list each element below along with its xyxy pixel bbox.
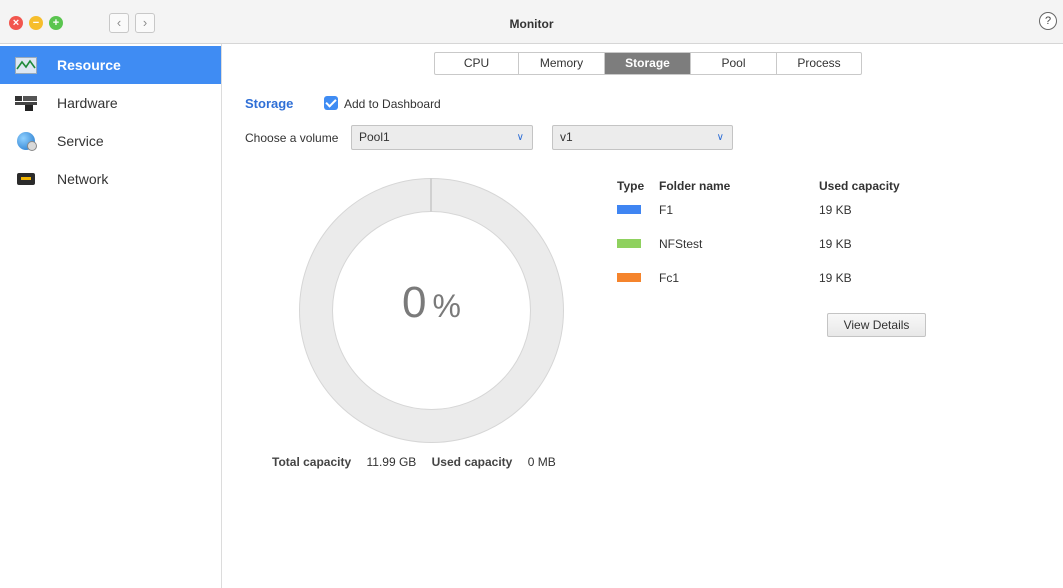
- folder-color-swatch: [617, 239, 641, 248]
- chevron-down-icon: ∨: [516, 132, 524, 143]
- folder-used-capacity: 19 KB: [819, 271, 852, 285]
- view-details-button[interactable]: View Details: [827, 313, 926, 337]
- pool-select-value: Pool1: [359, 130, 390, 144]
- sidebar-item-label: Service: [57, 133, 104, 149]
- tab-cpu[interactable]: CPU: [435, 53, 519, 74]
- tab-process[interactable]: Process: [777, 53, 861, 74]
- add-to-dashboard-label[interactable]: Add to Dashboard: [344, 97, 441, 111]
- service-globe-icon: [15, 131, 37, 151]
- sidebar-item-resource[interactable]: Resource: [0, 46, 221, 84]
- hardware-icon: [15, 93, 37, 113]
- total-capacity-value: 11.99 GB: [366, 455, 417, 469]
- donut-start-marker: [430, 178, 432, 212]
- capacity-summary: Total capacity 11.99 GB Used capacity 0 …: [272, 455, 568, 469]
- usage-percent-unit: %: [432, 288, 461, 324]
- usage-percent-value: 0: [402, 278, 427, 327]
- used-capacity-label: Used capacity: [431, 455, 513, 469]
- folder-row: NFStest 19 KB: [617, 237, 917, 251]
- tab-bar: CPU Memory Storage Pool Process: [434, 52, 862, 75]
- section-title: Storage: [245, 96, 294, 111]
- used-capacity-value: 0 MB: [527, 455, 556, 469]
- network-adapter-icon: [15, 169, 37, 189]
- usage-percent-readout: 0%: [299, 278, 564, 328]
- tab-pool[interactable]: Pool: [691, 53, 777, 74]
- sidebar-item-label: Hardware: [57, 95, 118, 111]
- folder-used-capacity: 19 KB: [819, 237, 852, 251]
- sidebar: Resource Hardware Service Network: [0, 44, 222, 588]
- usage-donut-chart: 0%: [299, 178, 564, 443]
- sidebar-item-hardware[interactable]: Hardware: [0, 84, 221, 122]
- folder-name: Fc1: [659, 271, 680, 285]
- volume-select[interactable]: v1 ∨: [552, 125, 733, 150]
- total-capacity-label: Total capacity: [272, 455, 352, 469]
- sidebar-item-label: Network: [57, 171, 109, 187]
- tab-storage[interactable]: Storage: [605, 53, 691, 74]
- folder-row: F1 19 KB: [617, 203, 917, 217]
- sidebar-item-service[interactable]: Service: [0, 122, 221, 160]
- column-header-folder-name: Folder name: [659, 179, 731, 193]
- folder-color-swatch: [617, 273, 641, 282]
- chevron-down-icon: ∨: [716, 132, 724, 143]
- tab-memory[interactable]: Memory: [519, 53, 605, 74]
- resource-monitor-icon: [15, 55, 37, 75]
- folder-used-capacity: 19 KB: [819, 203, 852, 217]
- title-bar: × − + ‹ › Monitor ?: [0, 0, 1063, 588]
- column-header-type: Type: [617, 179, 645, 193]
- volume-select-value: v1: [560, 130, 573, 144]
- window-title: Monitor: [509, 17, 554, 31]
- column-header-used-capacity: Used capacity: [819, 179, 900, 193]
- folder-name: F1: [659, 203, 674, 217]
- sidebar-item-label: Resource: [57, 57, 121, 73]
- pool-select[interactable]: Pool1 ∨: [351, 125, 533, 150]
- folder-name: NFStest: [659, 237, 703, 251]
- folder-row: Fc1 19 KB: [617, 271, 917, 285]
- help-button[interactable]: ?: [1039, 12, 1057, 30]
- choose-volume-label: Choose a volume: [245, 131, 339, 145]
- add-to-dashboard-checkbox[interactable]: [324, 96, 338, 110]
- sidebar-item-network[interactable]: Network: [0, 160, 221, 198]
- folder-color-swatch: [617, 205, 641, 214]
